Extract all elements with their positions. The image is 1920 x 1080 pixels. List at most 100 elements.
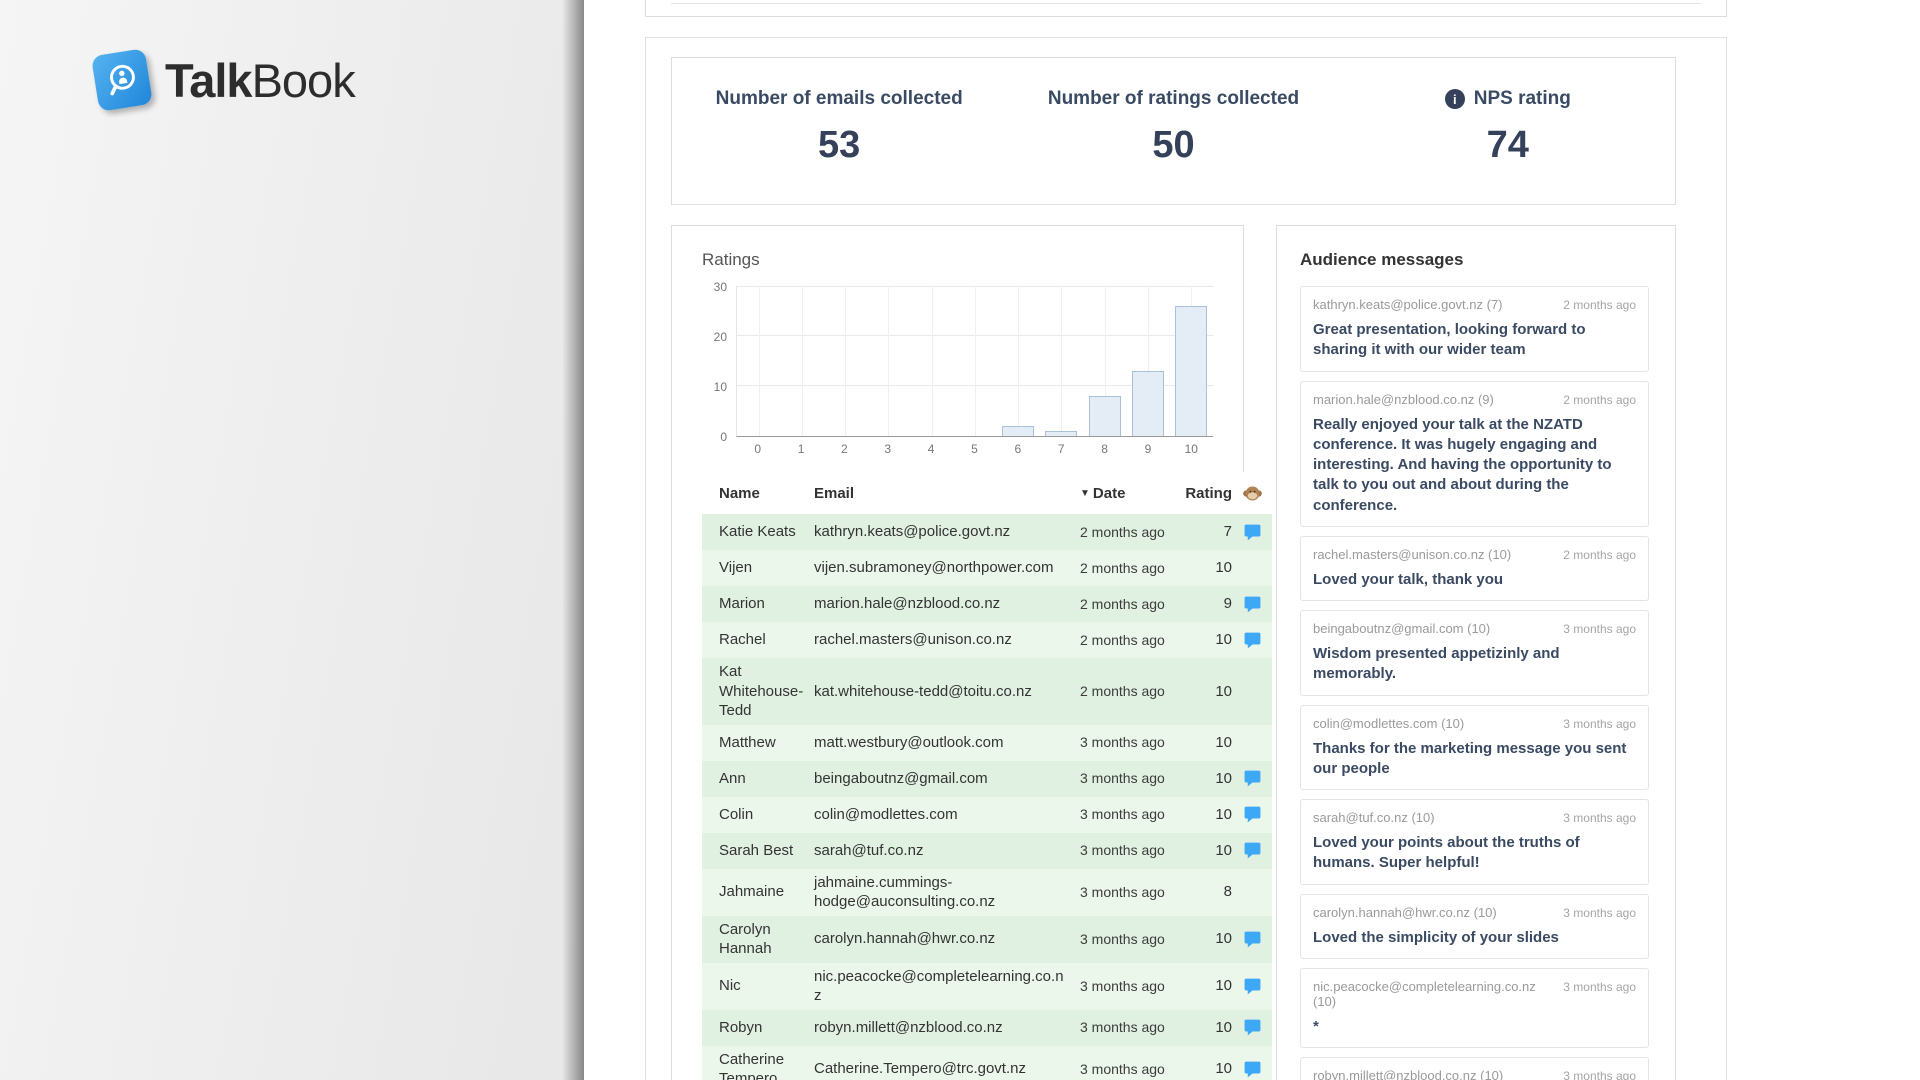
cell-name: Matthew — [719, 733, 814, 753]
chart-vertical-gridline — [932, 286, 933, 436]
message-card: carolyn.hannah@hwr.co.nz (10)3 months ag… — [1300, 894, 1649, 959]
mailchimp-icon[interactable] — [1242, 483, 1263, 504]
column-header-name[interactable]: Name — [719, 485, 814, 502]
chart-vertical-gridline — [759, 286, 760, 436]
table-row: Rachelrachel.masters@unison.co.nz2 month… — [702, 622, 1272, 658]
chart-vertical-gridline — [1061, 286, 1062, 436]
comment-bubble-icon[interactable] — [1243, 805, 1262, 824]
cell-comment — [1232, 805, 1272, 824]
message-card: sarah@tuf.co.nz (10)3 months agoLoved yo… — [1300, 799, 1649, 885]
stat-emails-collected: Number of emails collected 53 — [672, 88, 1006, 204]
chart-slot — [997, 286, 1040, 436]
comment-bubble-icon[interactable] — [1243, 841, 1262, 860]
message-text: Loved the simplicity of your slides — [1313, 928, 1636, 948]
cell-email: colin@modlettes.com — [814, 805, 1080, 825]
table-row: Nicnic.peacocke@completelearning.co.nz3 … — [702, 963, 1272, 1010]
table-row: Marionmarion.hale@nzblood.co.nz2 months … — [702, 586, 1272, 622]
message-text: Loved your talk, thank you — [1313, 570, 1636, 590]
column-header-date[interactable]: ▼ Date — [1080, 485, 1182, 502]
chart-slot — [1126, 286, 1169, 436]
table-row: Vijenvijen.subramoney@northpower.com2 mo… — [702, 550, 1272, 586]
message-text: * — [1313, 1017, 1636, 1037]
comment-bubble-icon[interactable] — [1243, 523, 1262, 542]
cell-email: kathryn.keats@police.govt.nz — [814, 522, 1080, 542]
talkbook-logo[interactable]: TalkBook — [95, 52, 355, 108]
stat-ratings-collected: Number of ratings collected 50 — [1006, 88, 1340, 204]
column-header-email[interactable]: Email — [814, 485, 1080, 502]
message-timestamp: 3 months ago — [1563, 717, 1636, 731]
stat-label: i NPS rating — [1341, 88, 1675, 110]
message-header: rachel.masters@unison.co.nz (10)2 months… — [1313, 547, 1636, 562]
chart-y-tick-label: 10 — [714, 380, 727, 394]
cell-date: 3 months ago — [1080, 1018, 1182, 1036]
chart-bars — [737, 286, 1213, 436]
cell-name: Marion — [719, 594, 814, 614]
comment-bubble-icon[interactable] — [1243, 977, 1262, 996]
cell-date: 2 months ago — [1080, 559, 1182, 577]
comment-bubble-icon[interactable] — [1243, 1060, 1262, 1079]
column-header-date-label: Date — [1093, 485, 1126, 502]
cell-comment — [1232, 841, 1272, 860]
message-sender: beingaboutnz@gmail.com (10) — [1313, 621, 1490, 636]
cell-date: 3 months ago — [1080, 883, 1182, 901]
cell-name: Colin — [719, 805, 814, 825]
message-card: nic.peacocke@completelearning.co.nz (10)… — [1300, 968, 1649, 1048]
stat-nps-rating: i NPS rating 74 — [1341, 88, 1675, 204]
comment-bubble-icon[interactable] — [1243, 1018, 1262, 1037]
message-card: kathryn.keats@police.govt.nz (7)2 months… — [1300, 286, 1649, 372]
table-row: Carolyn Hannahcarolyn.hannah@hwr.co.nz3 … — [702, 916, 1272, 963]
logo-word-book: Book — [252, 54, 355, 107]
message-sender: rachel.masters@unison.co.nz (10) — [1313, 547, 1511, 562]
message-header: robyn.millett@nzblood.co.nz (10)3 months… — [1313, 1068, 1636, 1080]
cell-rating: 10 — [1182, 976, 1232, 996]
left-background: TalkBook — [0, 0, 584, 1080]
message-sender: nic.peacocke@completelearning.co.nz (10) — [1313, 979, 1553, 1009]
chart-slot — [910, 286, 953, 436]
stat-value: 74 — [1341, 124, 1675, 167]
previous-section-edge — [645, 0, 1727, 17]
ratings-table: Name Email ▼ Date Rating — [702, 472, 1272, 1080]
message-header: beingaboutnz@gmail.com (10)3 months ago — [1313, 621, 1636, 636]
cell-name: Robyn — [719, 1018, 814, 1038]
message-text: Great presentation, looking forward to s… — [1313, 320, 1636, 361]
message-header: nic.peacocke@completelearning.co.nz (10)… — [1313, 979, 1636, 1009]
column-header-rating[interactable]: Rating — [1182, 485, 1232, 502]
cell-email: Catherine.Tempero@trc.govt.nz — [814, 1059, 1080, 1079]
message-timestamp: 2 months ago — [1563, 393, 1636, 407]
cell-name: Vijen — [719, 558, 814, 578]
table-row: Matthewmatt.westbury@outlook.com3 months… — [702, 725, 1272, 761]
cell-name: Ann — [719, 769, 814, 789]
chart-slot — [1170, 286, 1213, 436]
comment-bubble-icon[interactable] — [1243, 930, 1262, 949]
cell-rating: 10 — [1182, 929, 1232, 949]
cell-name: Katie Keats — [719, 522, 814, 542]
sort-descending-icon: ▼ — [1080, 488, 1090, 499]
chart-vertical-gridline — [975, 286, 976, 436]
comment-bubble-icon[interactable] — [1243, 631, 1262, 650]
message-sender: marion.hale@nzblood.co.nz (9) — [1313, 392, 1494, 407]
cell-comment — [1232, 1060, 1272, 1079]
chart-x-tick-label: 7 — [1040, 442, 1083, 456]
cell-email: carolyn.hannah@hwr.co.nz — [814, 929, 1080, 949]
previous-section-inner-edge — [671, 3, 1701, 4]
message-card: rachel.masters@unison.co.nz (10)2 months… — [1300, 536, 1649, 601]
table-row: Sarah Bestsarah@tuf.co.nz3 months ago10 — [702, 833, 1272, 869]
cell-date: 3 months ago — [1080, 805, 1182, 823]
comment-bubble-icon[interactable] — [1243, 595, 1262, 614]
cell-comment — [1232, 595, 1272, 614]
message-timestamp: 3 months ago — [1563, 1069, 1636, 1080]
cell-comment — [1232, 769, 1272, 788]
info-icon[interactable]: i — [1445, 89, 1465, 109]
cell-name: Catherine Tempero — [719, 1050, 814, 1080]
chart-slot — [737, 286, 780, 436]
cell-comment — [1232, 977, 1272, 996]
cell-rating: 10 — [1182, 769, 1232, 789]
chart-slot — [867, 286, 910, 436]
message-card: marion.hale@nzblood.co.nz (9) 2 months ag… — [1300, 381, 1649, 527]
message-header: carolyn.hannah@hwr.co.nz (10)3 months ag… — [1313, 905, 1636, 920]
cell-comment — [1232, 523, 1272, 542]
chart-slot — [953, 286, 996, 436]
table-row: Annbeingaboutnz@gmail.com3 months ago10 — [702, 761, 1272, 797]
report-page: Number of emails collected 53 Number of … — [584, 0, 1920, 1080]
comment-bubble-icon[interactable] — [1243, 769, 1262, 788]
